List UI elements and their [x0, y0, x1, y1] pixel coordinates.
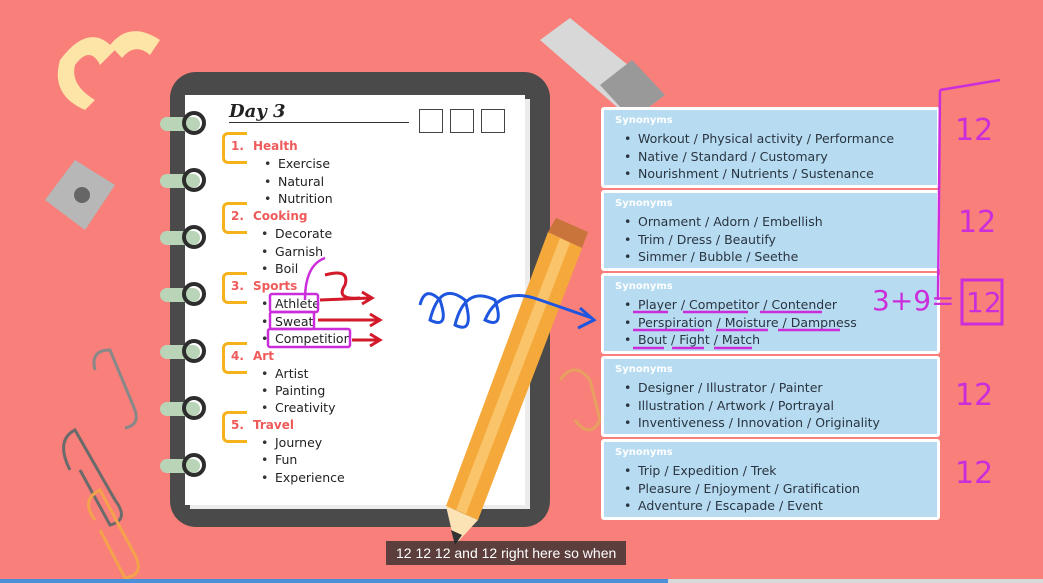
annotation-count: 12 [955, 378, 994, 413]
pencil-icon [446, 218, 588, 545]
annotation-count: 12 [955, 456, 994, 491]
annotation-count: 12 [958, 205, 997, 240]
video-progress-fill [0, 579, 668, 583]
annotation-equation-result: 12 [966, 286, 1002, 319]
video-progress-bar[interactable] [0, 579, 1043, 583]
annotation-equation: 3+9= [872, 284, 955, 317]
video-caption: 12 12 12 and 12 right here so when [386, 541, 627, 565]
annotation-count: 12 [955, 113, 994, 148]
blue-spiral-arrow [418, 291, 597, 330]
